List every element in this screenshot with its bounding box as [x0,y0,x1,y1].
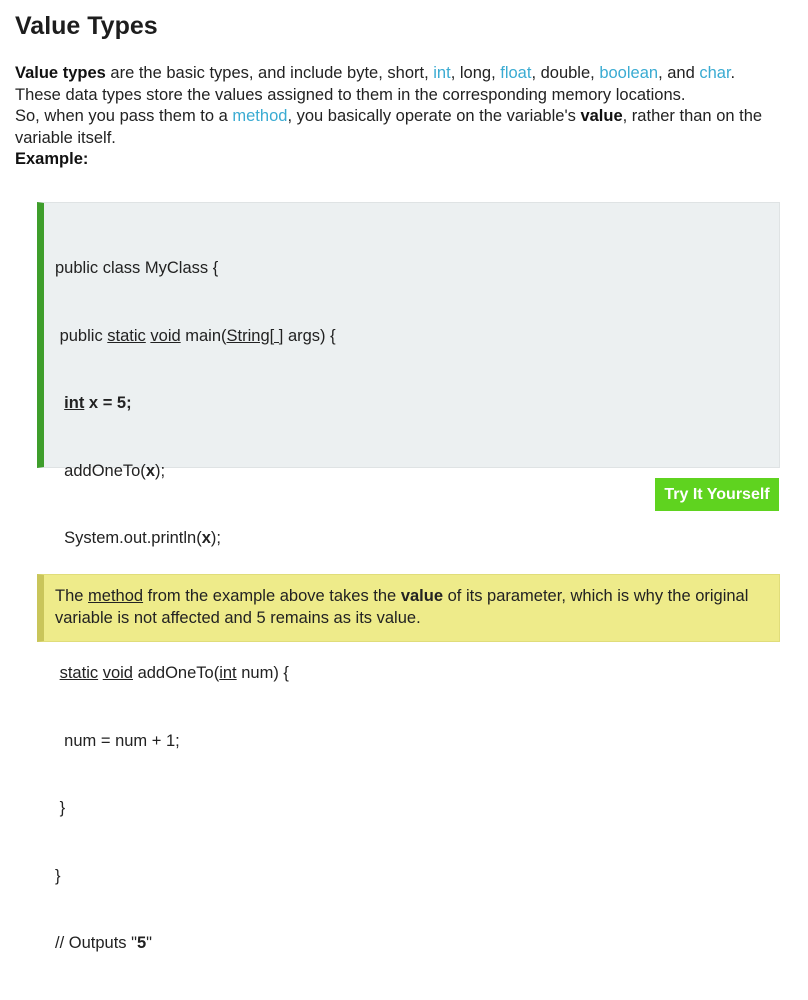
code-text: } [55,866,61,885]
code-line: public static void main(String[ ] args) … [55,325,336,348]
int-link[interactable]: int [433,64,450,82]
code-comment: // Outputs " [55,934,137,952]
intro-text: , double, [531,64,600,82]
int-keyword: int [64,394,85,412]
code-text: } [55,799,66,817]
value-term: value [580,107,623,126]
code-line: } [55,865,336,888]
code-line: int x = 5; [55,392,336,415]
code-text: main( [180,326,227,345]
method-term: method [88,587,144,605]
code-text: num) { [236,664,289,682]
code-line: // Outputs "5" [55,932,336,955]
void-keyword: void [150,326,181,345]
intro-text: , you basically operate on the variable'… [287,107,581,126]
code-line: addOneTo(x); [55,460,336,483]
note-text-part: The [55,587,89,605]
value-types-term: Value types [15,64,106,82]
intro-text: , and [658,64,700,82]
code-text: ); [210,529,222,547]
boolean-link[interactable]: boolean [599,64,658,82]
code-line: } [55,797,336,820]
code-text: x = 5; [84,394,132,412]
page-title: Value Types [15,12,158,40]
note-box: The method from the example above takes … [37,574,780,642]
intro-line-2: These data types store the values assign… [15,85,686,104]
value-term: value [400,587,444,605]
code-example-box: public class MyClass { public static voi… [37,202,780,952]
code-line: num = num + 1; [55,730,336,753]
code-text: num = num + 1; [55,731,180,750]
code-text: addOneTo( [55,461,146,480]
note-text: The method from the example above takes … [55,586,770,629]
string-keyword: String[ ] [226,326,284,345]
intro-text: , long, [450,64,501,82]
code-text: public class MyClass { [55,259,219,277]
intro-text: . [730,64,736,82]
char-link[interactable]: char [699,64,730,82]
code-text: public [55,326,108,345]
code-variable: x [145,461,155,480]
intro-text: So, when you pass them to a [15,107,233,126]
code-line: public class MyClass { [55,257,336,280]
code-text: System.out.println( [55,529,202,547]
intro-text: are the basic types, and include byte, s… [105,64,434,82]
float-link[interactable]: float [500,64,531,82]
static-keyword: static [107,326,146,345]
intro-paragraph: Value types are the basic types, and inc… [15,63,800,171]
code-variable: x [201,529,211,547]
method-link[interactable]: method [232,107,287,125]
code-line: static void addOneTo(int num) { [55,662,336,685]
note-text-part: from the example above takes the [143,587,401,605]
example-label: Example: [15,150,89,169]
void-keyword: void [102,664,133,682]
code-comment: " [146,934,153,952]
int-keyword: int [219,664,237,682]
try-it-yourself-button[interactable]: Try It Yourself [655,478,779,511]
code-line: System.out.println(x); [55,527,336,550]
code-text: ); [155,461,166,480]
code-text: addOneTo( [132,664,220,682]
code-text: args) { [283,326,336,345]
code-output-value: 5 [136,934,147,952]
static-keyword: static [59,664,99,682]
